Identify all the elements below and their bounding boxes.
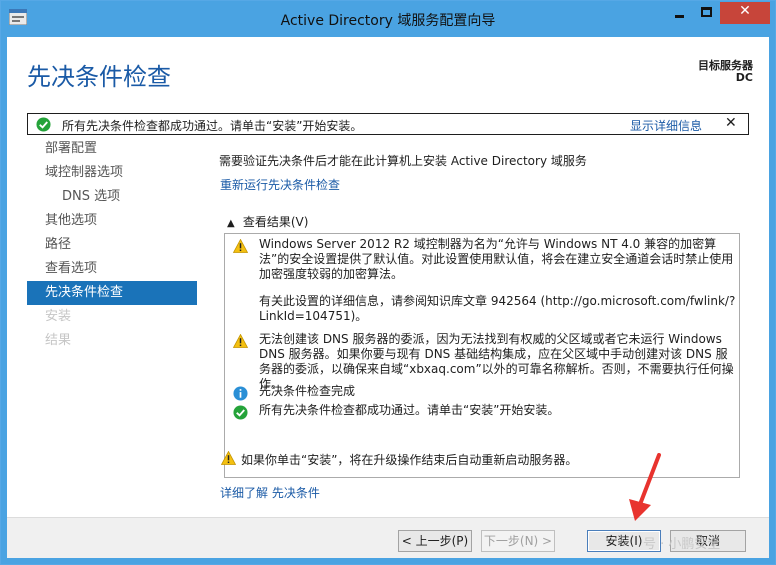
nav-item[interactable]: 部署配置 (27, 137, 197, 161)
result-text: Windows Server 2012 R2 域控制器为名为“允许与 Windo… (259, 237, 734, 281)
warning-icon (232, 238, 249, 255)
success-icon (233, 405, 249, 421)
minimize-button[interactable] (666, 2, 693, 24)
minimize-icon (675, 15, 684, 18)
previous-button[interactable]: < 上一步(P) (398, 530, 472, 552)
banner-message: 所有先决条件检查都成功通过。请单击“安装”开始安装。 (62, 119, 363, 133)
watermark: 号 · 小鹏安全 (643, 537, 721, 552)
nav-item[interactable]: 其他选项 (27, 209, 197, 233)
nav-item[interactable]: 先决条件检查 (27, 281, 197, 305)
success-icon (36, 117, 51, 132)
window-title: Active Directory 域服务配置向导 (280, 13, 496, 29)
result-text: 无法创建该 DNS 服务器的委派，因为无法找到有权威的父区域或者它未运行 Win… (259, 332, 734, 391)
show-details-link[interactable]: 显示详细信息 (630, 117, 702, 134)
target-server-name: DC (735, 71, 753, 84)
result-text: 所有先决条件检查都成功通过。请单击“安装”开始安装。 (259, 403, 560, 417)
maximize-button[interactable] (693, 2, 720, 24)
maximize-icon (701, 7, 712, 17)
view-results-label: 查看结果(V) (242, 215, 309, 229)
chevron-up-icon: ▲ (227, 218, 235, 229)
banner-close-icon[interactable]: ✕ (725, 115, 737, 131)
status-banner: 所有先决条件检查都成功通过。请单击“安装”开始安装。 显示详细信息 ✕ (27, 113, 749, 135)
warning-icon (232, 333, 249, 350)
nav-item[interactable]: DNS 选项 (27, 185, 197, 209)
page-title: 先决条件检查 (27, 63, 171, 91)
view-results-toggle[interactable]: ▲ 查看结果(V) (227, 213, 308, 230)
nav-item: 安装 (45, 309, 72, 324)
rerun-check-link[interactable]: 重新运行先决条件检查 (220, 176, 340, 193)
nav-item[interactable]: 域控制器选项 (27, 161, 197, 185)
nav-item[interactable]: 查看选项 (27, 257, 197, 281)
wizard-content: 先决条件检查 目标服务器 DC 所有先决条件检查都成功通过。请单击“安装”开始安… (7, 37, 769, 558)
close-icon: ✕ (739, 3, 751, 19)
next-button[interactable]: 下一步(N) > (481, 530, 555, 552)
nav-item[interactable]: 路径 (27, 233, 197, 257)
info-icon (233, 386, 249, 402)
title-bar[interactable]: Active Directory 域服务配置向导 ✕ (1, 1, 775, 37)
learn-more-link[interactable]: 详细了解 先决条件 (220, 484, 320, 501)
restart-warning-text: 如果你单击“安装”，将在升级操作结束后自动重新启动服务器。 (241, 453, 578, 467)
red-arrow-annotation (629, 453, 661, 521)
wizard-window: Active Directory 域服务配置向导 ✕ 先决条件检查 目标服务器 … (0, 0, 776, 565)
results-list[interactable]: Windows Server 2012 R2 域控制器为名为“允许与 Windo… (224, 233, 740, 478)
description-text: 需要验证先决条件后才能在此计算机上安装 Active Directory 域服务 (219, 154, 587, 168)
result-text: 先决条件检查完成 (259, 384, 356, 398)
close-window-button[interactable]: ✕ (720, 2, 770, 24)
nav-item: 结果 (45, 333, 72, 348)
result-text: 有关此设置的详细信息，请参阅知识库文章 942564 (http://go.mi… (259, 294, 736, 323)
warning-icon (221, 451, 236, 465)
